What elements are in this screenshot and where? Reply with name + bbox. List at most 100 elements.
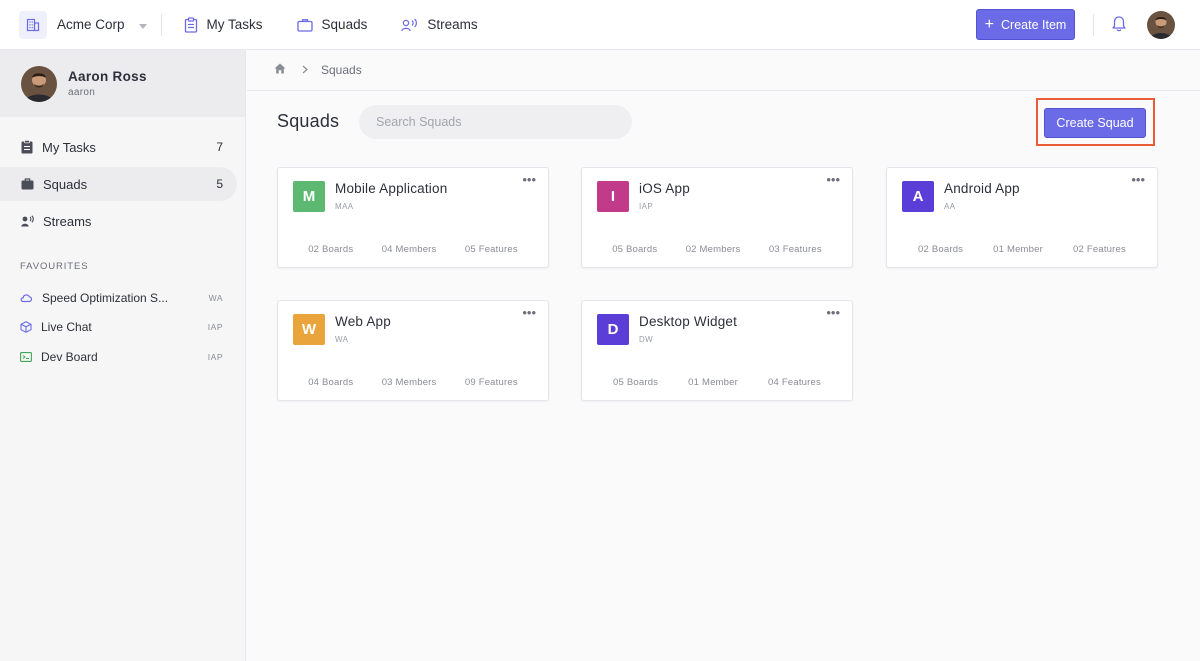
board-icon [20,351,32,362]
sidebar-item-my-tasks[interactable]: My Tasks 7 [0,130,237,164]
profile-name: Aaron Ross [68,69,147,84]
squad-stats: 05 Boards 02 Members 03 Features [582,244,852,255]
sidebar-nav: My Tasks 7 Squads 5 Streams [0,130,245,238]
squad-card[interactable]: W Web App WA ••• 04 Boards 03 Members 09… [277,300,549,401]
squad-badge: A [902,181,934,212]
more-icon[interactable]: ••• [522,306,536,319]
avatar [21,65,57,102]
streams-icon [401,18,418,31]
bell-icon[interactable] [1111,15,1127,38]
sidebar-item-label: Streams [43,213,92,229]
sidebar-item-count: 5 [216,177,223,191]
nav-streams[interactable]: Streams [401,17,478,32]
squad-stats: 05 Boards 01 Member 04 Features [582,377,852,388]
sidebar-item-count: 7 [216,140,223,154]
squad-name: Android App [944,181,1020,196]
squad-features: 05 Features [464,244,518,255]
clipboard-icon [21,140,33,154]
squad-code: IAP [639,202,654,211]
squad-boards: 05 Boards [613,377,659,388]
caret-down-icon [138,16,147,34]
squad-card[interactable]: D Desktop Widget DW ••• 05 Boards 01 Mem… [581,300,853,401]
squad-code: AA [944,202,956,211]
org-name: Acme Corp [57,17,125,32]
nav-my-tasks[interactable]: My Tasks [184,16,263,33]
more-icon[interactable]: ••• [826,306,840,319]
squad-code: WA [335,335,349,344]
breadcrumb-current: Squads [321,63,362,77]
streams-icon [21,215,34,227]
sidebar-item-label: Squads [43,176,88,192]
create-item-button[interactable]: + Create Item [976,9,1075,40]
squad-badge: D [597,314,629,345]
squad-features: 03 Features [768,244,822,255]
more-icon[interactable]: ••• [1131,173,1145,186]
squad-stats: 02 Boards 04 Members 05 Features [278,244,548,255]
squad-members: 01 Member [688,377,739,388]
favourite-code: WA [208,292,223,303]
squad-code: MAA [335,202,354,211]
squad-stats: 04 Boards 03 Members 09 Features [278,377,548,388]
chevron-right-icon [302,61,308,79]
squad-boards: 02 Boards [918,244,964,255]
squad-name: Web App [335,314,391,329]
favourite-label: Dev Board [41,349,98,364]
squad-name: Desktop Widget [639,314,738,329]
briefcase-icon [21,178,34,190]
favourite-code: IAP [207,351,223,362]
profile-username: aaron [68,87,96,98]
squad-boards: 05 Boards [612,244,658,255]
clipboard-icon [184,16,197,33]
favourite-label: Live Chat [41,320,92,335]
more-icon[interactable]: ••• [826,173,840,186]
avatar[interactable] [1147,11,1175,39]
home-icon[interactable] [274,61,286,79]
squad-card[interactable]: I iOS App IAP ••• 05 Boards 02 Members 0… [581,167,853,268]
sidebar-item-streams[interactable]: Streams [0,204,237,238]
nav-streams-label: Streams [427,17,478,32]
nav-squads[interactable]: Squads [296,17,368,32]
squad-features: 02 Features [1073,244,1126,255]
squad-badge: W [293,314,325,345]
squad-name: Mobile Application [335,181,448,196]
create-squad-button[interactable]: Create Squad [1044,108,1146,138]
breadcrumb: Squads [247,50,1200,91]
create-item-label: Create Item [1001,17,1067,32]
squad-features: 04 Features [768,377,821,388]
org-switcher[interactable]: Acme Corp [0,0,147,50]
squad-card[interactable]: M Mobile Application MAA ••• 02 Boards 0… [277,167,549,268]
favourite-code: IAP [207,322,223,333]
squad-code: DW [639,335,654,344]
sidebar-item-squads[interactable]: Squads 5 [0,167,237,201]
squad-boards: 02 Boards [308,244,354,255]
briefcase-icon [296,18,313,32]
squad-members: 01 Member [993,244,1044,255]
building-icon [19,10,47,39]
squad-members: 04 Members [381,244,437,255]
squad-members: 03 Members [381,377,437,388]
squad-features: 09 Features [464,377,518,388]
nav-squads-label: Squads [321,17,368,32]
squad-name: iOS App [639,181,690,196]
squad-boards: 04 Boards [308,377,354,388]
divider [160,13,162,36]
plus-icon: + [984,15,995,33]
favourite-item[interactable]: Dev Board IAP [0,342,245,372]
squad-stats: 02 Boards 01 Member 02 Features [887,244,1157,255]
more-icon[interactable]: ••• [522,173,536,186]
sidebar: Aaron Ross aaron My Tasks 7 Squads 5 Str… [0,50,246,661]
favourite-label: Speed Optimization S... [42,290,169,305]
user-profile[interactable]: Aaron Ross aaron [0,50,245,117]
favourites-heading: FAVOURITES [20,261,89,272]
squad-card[interactable]: A Android App AA ••• 02 Boards 01 Member… [886,167,1158,268]
favourites-list: Speed Optimization S... WA Live Chat IAP… [0,283,245,372]
favourite-item[interactable]: Speed Optimization S... WA [0,283,245,313]
favourite-item[interactable]: Live Chat IAP [0,313,245,343]
search-input[interactable] [359,105,632,139]
profile-text: Aaron Ross aaron [68,69,147,98]
squad-badge: I [597,181,629,212]
divider [1093,14,1094,36]
cube-icon [20,321,32,334]
cloud-icon [20,294,33,303]
squad-badge: M [293,181,325,212]
